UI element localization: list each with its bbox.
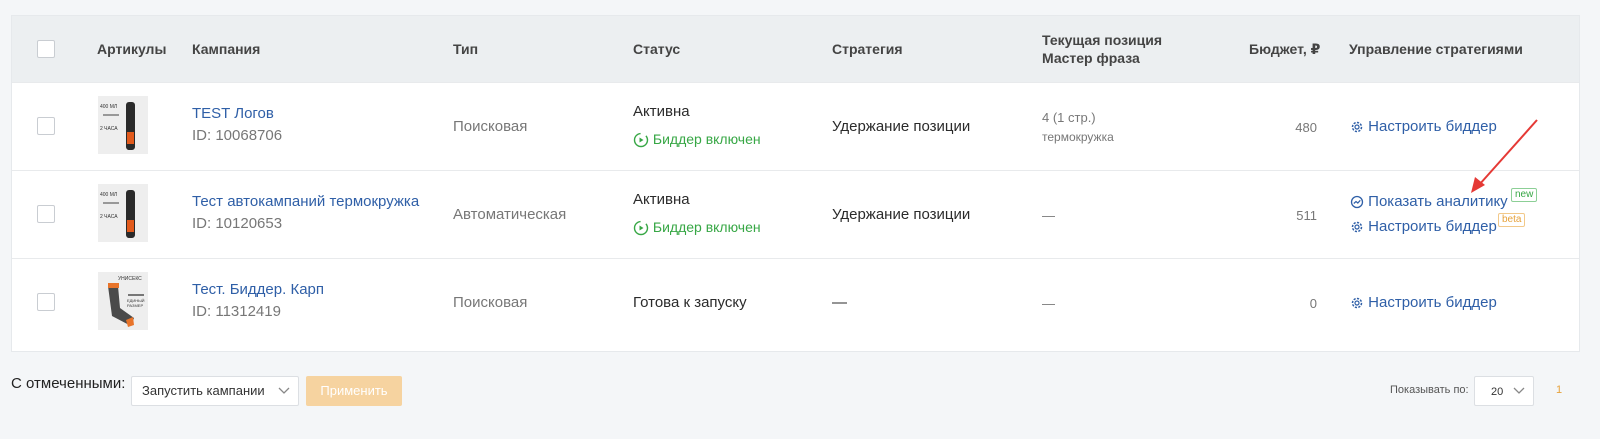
- product-thumbnail: УНИСЕКС ЕДИНЫЙ РАЗМЕР: [98, 272, 148, 330]
- header-position-line1: Текущая позиция: [1042, 32, 1163, 48]
- table-header: Артикулы Кампания Тип Статус Стратегия Т…: [12, 16, 1579, 82]
- campaigns-table: Артикулы Кампания Тип Статус Стратегия Т…: [11, 15, 1580, 352]
- thumb-label-top: 400 МЛ: [100, 104, 118, 110]
- configure-bidder-link[interactable]: Настроить биддер: [1350, 293, 1497, 313]
- configure-bidder-label: Настроить биддер: [1368, 218, 1497, 235]
- campaign-status: Готова к запуску: [633, 294, 747, 311]
- header-campaign: Кампания: [192, 41, 261, 57]
- current-position: —: [1042, 296, 1055, 311]
- pagination-current-page[interactable]: 1: [1556, 384, 1562, 396]
- header-budget: Бюджет, ₽: [1249, 41, 1321, 57]
- bidder-cycle-icon: [633, 133, 649, 148]
- header-type: Тип: [453, 41, 479, 57]
- table-row: УНИСЕКС ЕДИНЫЙ РАЗМЕР Тест. Биддер. Карп…: [12, 258, 1579, 346]
- product-thumbnail: 400 МЛ 2 ЧАСА: [98, 184, 148, 242]
- apply-button[interactable]: Применить: [306, 376, 402, 406]
- thumb-label-bottom: 2 ЧАСА: [100, 126, 118, 132]
- header-status: Статус: [633, 41, 681, 57]
- with-selected-label: С отмеченными:: [11, 375, 126, 392]
- bidder-status: Биддер включен: [633, 217, 761, 237]
- gear-icon: [1351, 297, 1363, 309]
- budget-value: 480: [1295, 120, 1317, 135]
- gear-icon: [1351, 121, 1363, 133]
- bidder-status: Биддер включен: [633, 129, 761, 149]
- thumb-label-top: 400 МЛ: [100, 192, 118, 198]
- current-position: —: [1042, 208, 1055, 223]
- header-position: Текущая позиция Мастер фраза: [1042, 31, 1162, 67]
- header-manage: Управление стратегиями: [1349, 41, 1523, 57]
- campaign-type: Поисковая: [453, 118, 528, 135]
- table-row: 400 МЛ 2 ЧАСА TEST Логов ID: 10068706 По…: [12, 82, 1579, 170]
- campaign-name-link[interactable]: Тест автокампаний термокружка: [192, 192, 419, 212]
- select-all-checkbox[interactable]: [37, 40, 55, 58]
- master-phrase: термокружка: [1042, 130, 1114, 144]
- campaign-id: ID: 10120653: [192, 215, 283, 232]
- header-position-line2: Мастер фраза: [1042, 50, 1140, 66]
- chevron-down-icon: [1513, 387, 1525, 394]
- thumb-label-bottom: ЕДИНЫЙ РАЗМЕР: [127, 298, 145, 308]
- bidder-status-label: Биддер включен: [652, 219, 761, 235]
- campaign-name-link[interactable]: TEST Логов: [192, 104, 274, 124]
- campaign-type: Поисковая: [453, 294, 528, 311]
- thumb-label-bottom: 2 ЧАСА: [100, 214, 118, 220]
- thumb-label-top: УНИСЕКС: [118, 276, 142, 282]
- row-checkbox[interactable]: [37, 117, 55, 135]
- bulk-action-value: Запустить кампании: [142, 383, 265, 398]
- campaign-id: ID: 10068706: [192, 127, 283, 144]
- budget-value: 0: [1309, 296, 1317, 311]
- header-articles: Артикулы: [97, 41, 167, 57]
- annotation-arrow-icon: [1471, 119, 1538, 193]
- current-position: 4 (1 стр.): [1042, 110, 1096, 125]
- strategy-value: Удержание позиции: [832, 206, 971, 223]
- chevron-down-icon: [278, 387, 290, 394]
- campaign-name-link[interactable]: Тест. Биддер. Карп: [192, 280, 324, 300]
- per-page-value: 20: [1491, 386, 1504, 398]
- campaign-id: ID: 11312419: [192, 303, 281, 320]
- row-checkbox[interactable]: [37, 205, 55, 223]
- bulk-action-select[interactable]: Запустить кампании: [131, 376, 299, 406]
- budget-value: 511: [1296, 208, 1317, 223]
- campaign-status: Активна: [633, 103, 690, 120]
- row-checkbox[interactable]: [37, 293, 55, 311]
- campaign-type: Автоматическая: [453, 206, 567, 223]
- gear-icon: [1351, 221, 1363, 233]
- per-page-select[interactable]: 20: [1474, 376, 1534, 406]
- campaign-status: Активна: [633, 191, 690, 208]
- bidder-cycle-icon: [633, 221, 649, 236]
- configure-bidder-link[interactable]: Настроить биддер: [1350, 217, 1497, 237]
- strategy-value: Удержание позиции: [832, 118, 971, 135]
- table-row: 400 МЛ 2 ЧАСА Тест автокампаний термокру…: [12, 170, 1579, 258]
- per-page-label: Показывать по:: [1390, 384, 1469, 396]
- analytics-icon: [1350, 195, 1364, 209]
- configure-bidder-label: Настроить биддер: [1368, 294, 1497, 311]
- beta-badge: beta: [1498, 213, 1526, 227]
- product-thumbnail: 400 МЛ 2 ЧАСА: [98, 96, 148, 154]
- bidder-status-label: Биддер включен: [652, 131, 761, 147]
- strategy-value: —: [832, 294, 847, 311]
- header-strategy: Стратегия: [832, 41, 903, 57]
